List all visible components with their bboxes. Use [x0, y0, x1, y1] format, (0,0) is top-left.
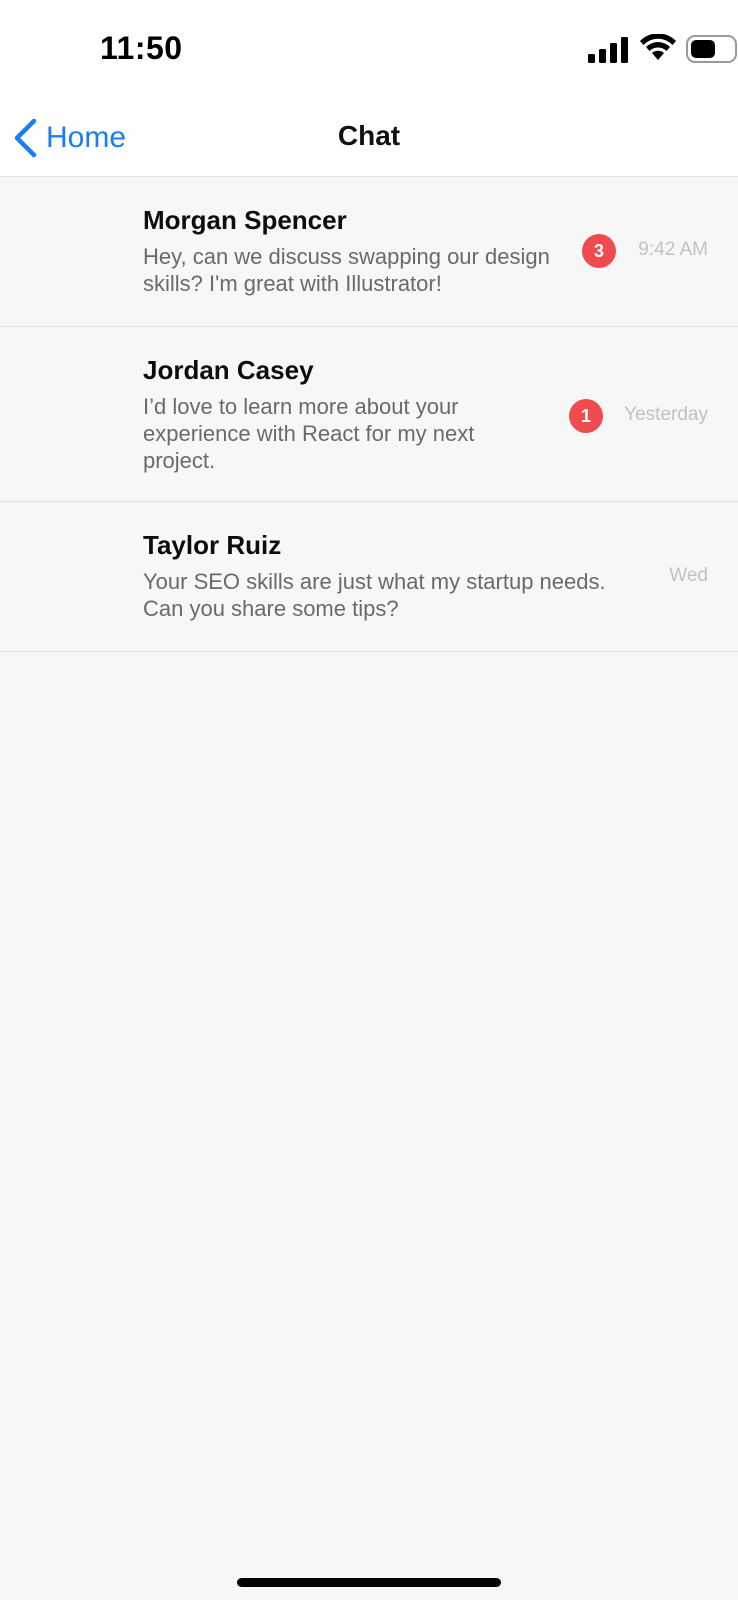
battery-icon [686, 35, 737, 63]
page-title: Chat [337, 120, 401, 151]
status-time: 11:50 [100, 30, 183, 66]
chat-row-taylor-ruiz[interactable]: Taylor Ruiz Your SEO skills are just wha… [0, 502, 738, 652]
chat-name: Jordan Casey [143, 355, 314, 385]
chat-preview: Hey, can we discuss swapping our design … [143, 244, 550, 296]
chat-preview: Your SEO skills are just what my startup… [143, 569, 606, 621]
signal-icon [588, 37, 628, 63]
chat-time: Yesterday [624, 404, 708, 425]
home-indicator[interactable] [237, 1578, 501, 1587]
unread-badge: 3 [582, 234, 616, 268]
chat-row-jordan-casey[interactable]: Jordan Casey I’d love to learn more abou… [0, 327, 738, 502]
unread-badge: 1 [569, 399, 603, 433]
chat-time: Wed [669, 565, 708, 586]
chat-list: Morgan Spencer Hey, can we discuss swapp… [0, 177, 738, 652]
status-bar: 11:50 [0, 0, 738, 98]
navigation-bar: Home Chat [0, 98, 738, 177]
chat-name: Morgan Spencer [143, 205, 347, 235]
chat-preview: I’d love to learn more about your experi… [143, 394, 475, 473]
chat-row-morgan-spencer[interactable]: Morgan Spencer Hey, can we discuss swapp… [0, 177, 738, 327]
wifi-icon [640, 34, 676, 60]
chat-time: 9:42 AM [638, 239, 708, 260]
chat-name: Taylor Ruiz [143, 530, 282, 560]
